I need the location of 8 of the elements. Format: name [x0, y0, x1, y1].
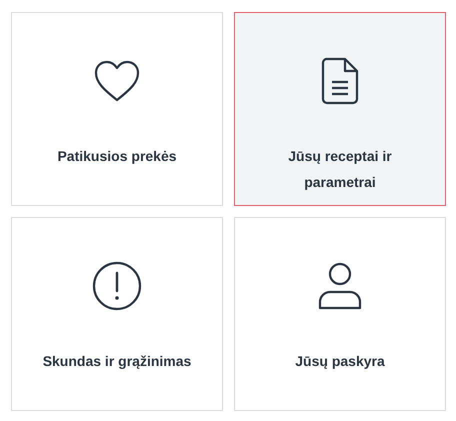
menu-card[interactable]: Patikusios prekės — [11, 12, 223, 206]
menu-card[interactable]: Jūsų receptai ir parametrai — [234, 12, 446, 206]
exclamation-icon — [92, 261, 142, 311]
person-icon — [318, 262, 362, 310]
document-icon — [321, 57, 359, 105]
menu-card[interactable]: Skundas ir grąžinimas — [11, 217, 223, 411]
heart-icon — [93, 59, 141, 103]
menu-card[interactable]: Jūsų paskyra — [234, 217, 446, 411]
